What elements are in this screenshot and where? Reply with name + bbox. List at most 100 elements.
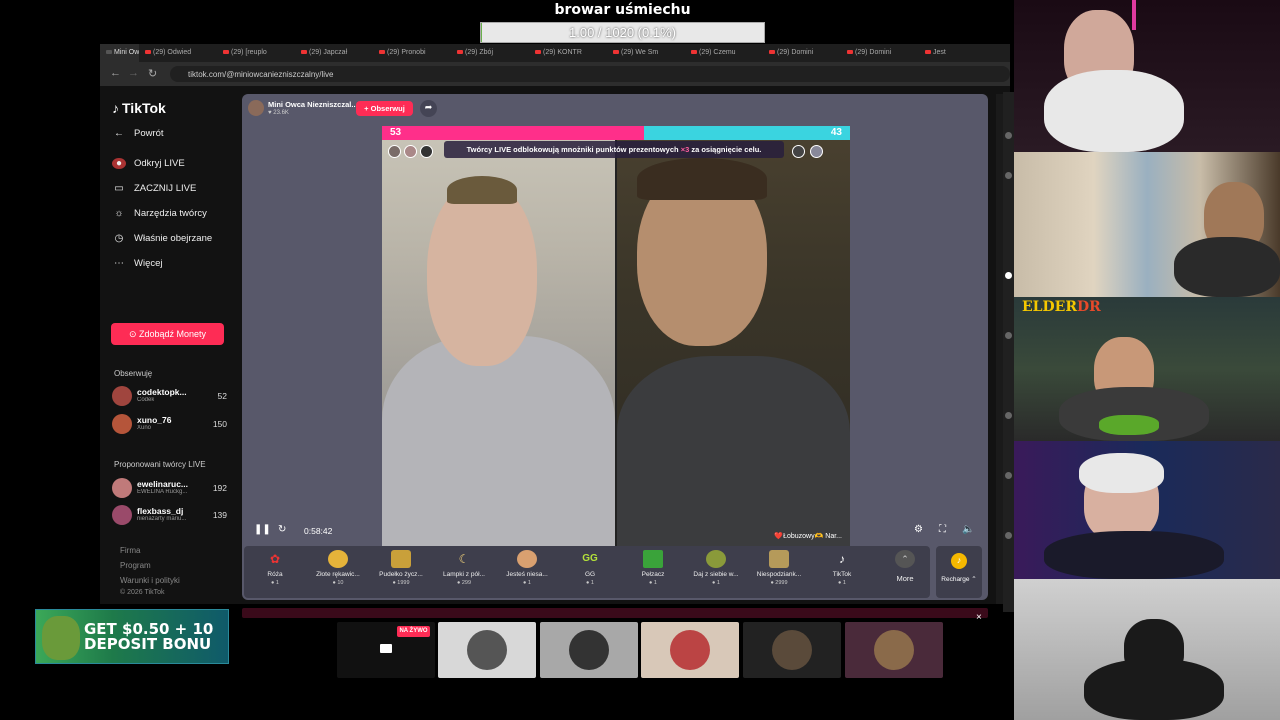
- cat-icon: [517, 550, 537, 568]
- browser-tab[interactable]: (29) [reuplo: [217, 44, 295, 62]
- live-icon: ●: [112, 158, 126, 169]
- live-badge: NA ŻYWO: [397, 626, 430, 637]
- tiktok-logo[interactable]: ♪ TikTok: [112, 100, 166, 116]
- following-account[interactable]: codektopk... Codek 52: [112, 386, 227, 408]
- supporter-avatar: [420, 145, 433, 158]
- viewer-count: 150: [212, 419, 227, 429]
- rose-icon: ✿: [269, 552, 281, 566]
- back-link[interactable]: ← Powrót: [112, 128, 164, 139]
- host-name[interactable]: Mini Owca Niezniszczal...: [268, 100, 358, 109]
- get-coins-button[interactable]: ⊙ Zdobądź Monety: [111, 323, 224, 345]
- suggested-account[interactable]: ewelinaruc... EWELINA Ruckg... 192: [112, 478, 227, 500]
- gift-item[interactable]: Złote rękawic... ● 10: [307, 550, 369, 586]
- gift-item[interactable]: ✿ Róża ● 1: [244, 550, 306, 586]
- browser-tab[interactable]: (29) Zbój: [451, 44, 529, 62]
- sidebar-item-discover-live[interactable]: ● Odkryj LIVE: [112, 158, 185, 169]
- browser-tab[interactable]: (29) Domini: [841, 44, 919, 62]
- gift-price: ● 1: [586, 580, 594, 586]
- recharge-button[interactable]: ♪ Recharge ⌃: [936, 546, 982, 598]
- gift-item[interactable]: Daj z siebie w... ● 1: [685, 550, 747, 586]
- recharge-label: Recharge ⌃: [941, 576, 977, 583]
- url-field[interactable]: tiktok.com/@miniowcaniezniszczalny/live: [170, 66, 1010, 82]
- browser-tab[interactable]: (29) Czemu: [685, 44, 763, 62]
- thumbnail-avatar: [569, 630, 609, 670]
- hoodie: [382, 336, 615, 546]
- close-icon[interactable]: ×: [976, 612, 982, 623]
- pause-icon[interactable]: ❚❚: [254, 524, 271, 535]
- browser-tab[interactable]: (29) KONTR: [529, 44, 607, 62]
- forward-arrow-icon[interactable]: →: [128, 67, 139, 79]
- browser-tab[interactable]: (29) Japczał: [295, 44, 373, 62]
- browser-tab[interactable]: (29) We Sm: [607, 44, 685, 62]
- left-face: [427, 181, 537, 366]
- live-thumbnail[interactable]: [641, 622, 739, 678]
- live-thumbnail[interactable]: [743, 622, 841, 678]
- sidebar-item-start-live[interactable]: ▭ ZACZNIJ LIVE: [112, 183, 196, 194]
- settings-icon[interactable]: ⚙: [914, 524, 923, 535]
- live-thumbnail[interactable]: [438, 622, 536, 678]
- address-bar: ← → ↻ tiktok.com/@miniowcaniezniszczalny…: [100, 62, 1010, 86]
- browser-tab[interactable]: (29) Domini: [763, 44, 841, 62]
- creeper-icon: [643, 550, 663, 568]
- indicator-dot: [1005, 472, 1012, 479]
- tshirt: [617, 356, 850, 546]
- following-account[interactable]: xuno_76 Xuno 150: [112, 414, 227, 436]
- gift-item[interactable]: ☾ Lampki z pół... ● 299: [433, 550, 495, 586]
- fullscreen-icon[interactable]: ⛶: [939, 524, 946, 535]
- live-thumbnail[interactable]: [845, 622, 943, 678]
- gift-price: ● 1: [838, 580, 846, 586]
- gift-price-value: 1: [653, 580, 657, 586]
- monitor-icon: [380, 644, 392, 653]
- ball-icon: [706, 550, 726, 568]
- browser-tab[interactable]: (29) Odwied: [139, 44, 217, 62]
- gift-name: Róża: [267, 571, 283, 578]
- sidebar-item-creator-tools[interactable]: ☼ Narzędzia twórcy: [112, 208, 207, 219]
- host-avatar[interactable]: [248, 100, 264, 116]
- stream-time: 0:58:42: [304, 526, 333, 536]
- green-object: [1099, 415, 1159, 435]
- follow-button[interactable]: + Obserwuj: [356, 101, 413, 116]
- gift-item[interactable]: GG GG ● 1: [559, 550, 621, 586]
- account-name: codektopk...: [137, 387, 187, 397]
- back-arrow-icon: ←: [114, 128, 124, 139]
- more-gifts-button[interactable]: ⌃ More: [874, 550, 936, 583]
- sidebar-item-recently-watched[interactable]: ◷ Właśnie obejrzane: [112, 233, 213, 244]
- gift-item[interactable]: Jesteś niesa... ● 1: [496, 550, 558, 586]
- sidebar-item-label: Narzędzia twórcy: [134, 208, 207, 219]
- gift-name: Złote rękawic...: [316, 571, 360, 578]
- thumbnail-avatar: [670, 630, 710, 670]
- account-subtitle: EWELINA Ruckg...: [137, 489, 188, 495]
- suggested-account[interactable]: flexbass_dj nienażarty mariu... 139: [112, 505, 227, 527]
- reload-icon[interactable]: ↻: [148, 67, 157, 80]
- footer-link[interactable]: Program: [120, 561, 151, 570]
- footer-link[interactable]: Warunki i polityki: [120, 576, 180, 585]
- lightbulb-icon: ☼: [114, 208, 124, 219]
- browser-tab[interactable]: Jest: [919, 44, 959, 62]
- live-thumbnail[interactable]: [540, 622, 638, 678]
- back-arrow-icon[interactable]: ←: [110, 67, 121, 79]
- right-streamer-tag[interactable]: ❤️Łobuzowy🫶 Nar...: [774, 532, 842, 540]
- volume-icon[interactable]: 🔈: [962, 524, 974, 535]
- share-icon[interactable]: ➦: [420, 100, 437, 117]
- refresh-icon[interactable]: ↻: [278, 524, 286, 535]
- live-panel: Mini Owca Niezniszczal... ♥ 23.6K + Obse…: [242, 94, 988, 600]
- account-subtitle: Xuno: [137, 425, 152, 431]
- sidebar-item-label: Więcej: [134, 258, 163, 269]
- gift-item[interactable]: ♪ TikTok ● 1: [811, 550, 873, 586]
- footer-link[interactable]: Firma: [120, 546, 140, 555]
- gift-item[interactable]: Niespodziank... ● 2999: [748, 550, 810, 586]
- gift-bar: ✿ Róża ● 1 Złote rękawic... ● 10 Pudełko ży…: [244, 546, 930, 598]
- viewer-count: 139: [212, 510, 227, 520]
- browser-tab[interactable]: (29) Pronobi: [373, 44, 451, 62]
- gift-item[interactable]: Pudełko życz... ● 1999: [370, 550, 432, 586]
- ad-mascot: [42, 616, 80, 660]
- copyright: © 2026 TikTok: [120, 589, 165, 596]
- browser-tab[interactable]: Mini Ow: [100, 44, 139, 62]
- gift-item[interactable]: Pełzacz ● 1: [622, 550, 684, 586]
- indicator-dot: [1005, 172, 1012, 179]
- scrollbar-strip: [1003, 92, 1014, 612]
- score-right: 43: [830, 127, 842, 138]
- sidebar-item-more[interactable]: ⋯ Więcej: [112, 258, 163, 269]
- supporter-avatar: [792, 145, 805, 158]
- casino-ad-banner[interactable]: GET $0.50 + 10 DEPOSIT BONU: [35, 609, 229, 664]
